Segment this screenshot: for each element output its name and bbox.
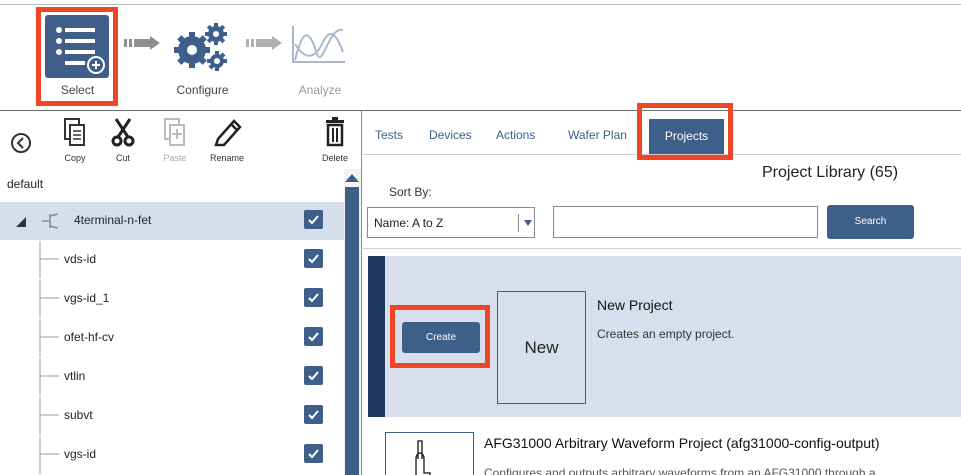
workflow-bar: Select Configure Analyze bbox=[0, 0, 961, 111]
tree-connector bbox=[39, 280, 59, 318]
tree-item-label: vtlin bbox=[64, 369, 86, 383]
new-project-description: Creates an empty project. bbox=[597, 327, 735, 341]
chevron-left-icon bbox=[16, 137, 24, 149]
collapse-panel-button[interactable] bbox=[11, 133, 31, 153]
library-panel: Tests Devices Actions Wafer Plan Project… bbox=[363, 103, 961, 475]
list-add-icon bbox=[56, 27, 105, 74]
tab-devices[interactable]: Devices bbox=[429, 128, 472, 142]
library-tabs: Tests Devices Actions Wafer Plan Project… bbox=[363, 103, 961, 160]
configure-step-label: Configure bbox=[176, 83, 229, 97]
thumbnail-text: New bbox=[524, 338, 559, 357]
afg-project-thumbnail[interactable] bbox=[385, 432, 474, 475]
tree-item-project[interactable]: 4terminal-n-fet bbox=[0, 202, 344, 240]
library-title: Project Library (65) bbox=[762, 164, 899, 181]
search-button[interactable]: Search bbox=[827, 205, 914, 239]
card-selection-bar bbox=[368, 256, 385, 417]
tree-item-label: 4terminal-n-fet bbox=[74, 213, 152, 227]
select-separator bbox=[518, 214, 519, 232]
afg-project-description: Configures and outputs arbitrary wavefor… bbox=[484, 466, 876, 475]
tree-connector bbox=[39, 319, 59, 357]
sort-value: Name: A to Z bbox=[374, 216, 444, 230]
checkmark-icon bbox=[308, 332, 319, 342]
arrow-right-icon bbox=[124, 36, 160, 50]
tree-item-label: vds-id bbox=[64, 252, 97, 266]
sort-label: Sort By: bbox=[389, 185, 432, 199]
divider bbox=[363, 248, 961, 249]
select-step-button[interactable] bbox=[45, 15, 109, 78]
checkbox-checked[interactable] bbox=[304, 444, 323, 463]
checkbox-checked[interactable] bbox=[304, 288, 323, 307]
sort-select[interactable]: Name: A to Z bbox=[367, 207, 535, 238]
fet-device-icon bbox=[42, 213, 59, 229]
tab-wafer-plan[interactable]: Wafer Plan bbox=[568, 128, 627, 142]
new-project-title: New Project bbox=[597, 297, 673, 313]
tree-connector bbox=[39, 436, 59, 474]
waveform-chart-icon[interactable] bbox=[289, 24, 347, 66]
checkbox-checked[interactable] bbox=[304, 249, 323, 268]
tree-item-test[interactable]: vds-id bbox=[0, 241, 344, 279]
search-input[interactable] bbox=[553, 206, 818, 238]
tree-item-test[interactable]: subvt bbox=[0, 397, 344, 435]
project-tree-panel: Copy Cut Paste Rename Delete default 4te… bbox=[0, 111, 362, 475]
delete-label: Delete bbox=[321, 153, 348, 163]
tree-item-test[interactable]: vgs-id_1 bbox=[0, 280, 344, 318]
projects-highlight-box bbox=[637, 103, 733, 160]
checkbox-checked[interactable] bbox=[304, 405, 323, 424]
tree-connector bbox=[39, 241, 59, 279]
tab-actions[interactable]: Actions bbox=[496, 128, 535, 142]
analyze-step-label: Analyze bbox=[298, 83, 342, 97]
rename-button[interactable]: Rename bbox=[205, 117, 249, 163]
checkmark-icon bbox=[308, 293, 319, 303]
select-step-label: Select bbox=[60, 83, 95, 97]
checkmark-icon bbox=[308, 254, 319, 264]
rename-label: Rename bbox=[209, 153, 245, 163]
tree-connector bbox=[39, 397, 59, 435]
tree-item-test[interactable]: vtlin bbox=[0, 358, 344, 396]
checkmark-icon bbox=[308, 449, 319, 459]
waveform-icon bbox=[415, 440, 431, 475]
checkbox-checked[interactable] bbox=[304, 327, 323, 346]
checkmark-icon bbox=[308, 371, 319, 381]
expand-triangle-icon[interactable] bbox=[16, 217, 26, 227]
tree-item-label: vgs-id_1 bbox=[64, 291, 110, 305]
checkbox-checked[interactable] bbox=[304, 366, 323, 385]
chevron-down-icon[interactable] bbox=[524, 220, 532, 226]
scroll-up-arrow-icon[interactable] bbox=[345, 174, 359, 182]
cut-button[interactable]: Cut bbox=[108, 117, 138, 163]
tree-item-label: ofet-hf-cv bbox=[64, 330, 115, 344]
tree-item-test[interactable]: vgs-id bbox=[0, 436, 344, 474]
copy-icon bbox=[64, 118, 85, 146]
tree-item-label: subvt bbox=[64, 408, 93, 422]
pencil-icon bbox=[214, 119, 242, 147]
delete-button[interactable]: Delete bbox=[316, 117, 354, 163]
tab-tests[interactable]: Tests bbox=[375, 128, 403, 142]
paste-label: Paste bbox=[163, 153, 187, 163]
workflow-frame bbox=[0, 4, 961, 111]
new-project-thumbnail: New bbox=[497, 291, 586, 404]
tree-item-label: vgs-id bbox=[64, 447, 97, 461]
tree-connector bbox=[39, 358, 59, 396]
tree-toolbar: Copy Cut Paste Rename Delete bbox=[0, 111, 361, 169]
trash-icon bbox=[326, 117, 344, 147]
create-button[interactable]: Create bbox=[402, 322, 480, 353]
paste-button[interactable]: Paste bbox=[160, 117, 190, 163]
checkmark-icon bbox=[308, 410, 319, 420]
scrollbar-thumb[interactable] bbox=[345, 187, 359, 475]
arrow-right-icon bbox=[246, 36, 282, 50]
scissors-icon bbox=[111, 118, 135, 147]
gears-icon[interactable] bbox=[170, 20, 230, 72]
copy-button[interactable]: Copy bbox=[60, 117, 90, 163]
checkmark-icon bbox=[308, 215, 319, 225]
tree-root-label: default bbox=[7, 177, 44, 191]
paste-icon bbox=[164, 118, 185, 146]
checkbox-checked[interactable] bbox=[304, 210, 323, 229]
copy-label: Copy bbox=[64, 153, 86, 163]
cut-label: Cut bbox=[115, 153, 130, 163]
tree-item-test[interactable]: ofet-hf-cv bbox=[0, 319, 344, 357]
afg-project-title[interactable]: AFG31000 Arbitrary Waveform Project (afg… bbox=[484, 435, 880, 451]
